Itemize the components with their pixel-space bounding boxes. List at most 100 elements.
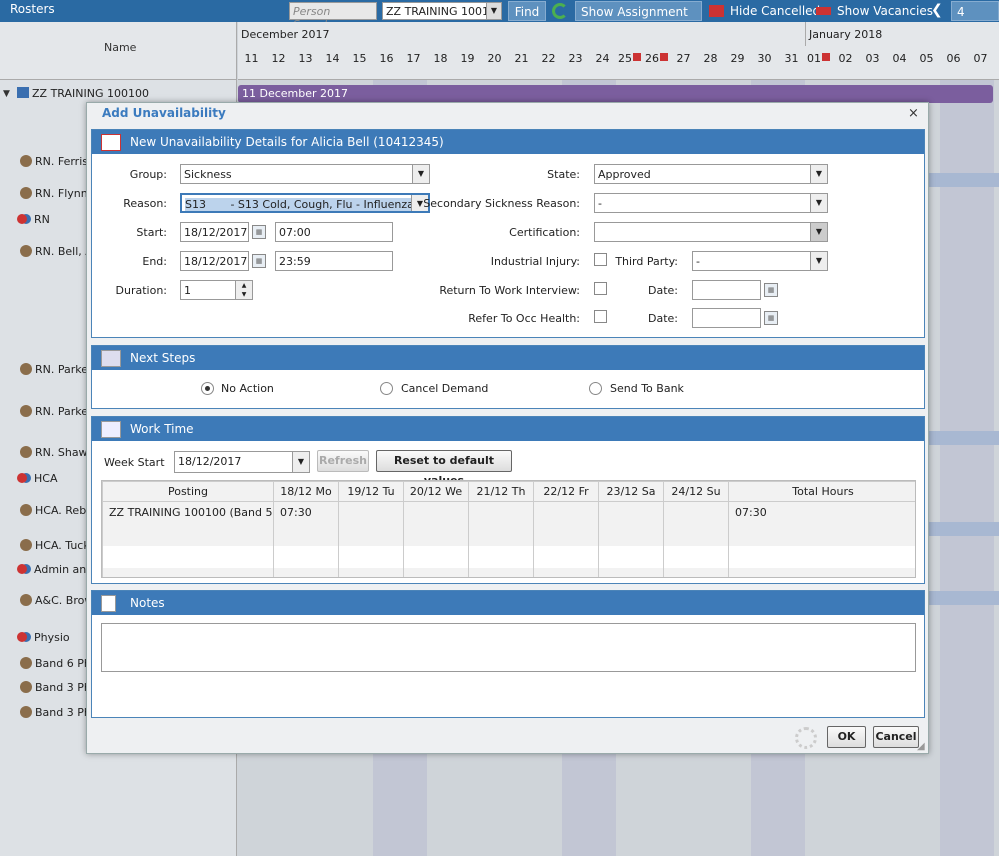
hide-cancelled-button[interactable]: Hide Cancelled [725, 1, 825, 21]
column-header[interactable]: 22/12 Fr [533, 481, 599, 502]
column-header[interactable]: 18/12 Mo [273, 481, 339, 502]
column-header[interactable]: 19/12 Tu [338, 481, 404, 502]
no-action-label: No Action [221, 382, 274, 395]
column-header[interactable]: 24/12 Su [663, 481, 729, 502]
list-item[interactable]: RN. Bell, A [20, 245, 93, 258]
table-cell[interactable] [403, 501, 469, 524]
table-cell [598, 523, 664, 546]
group-select[interactable]: Sickness ▼ [180, 164, 430, 184]
occ-date-input[interactable] [692, 308, 761, 328]
rtw-interview-checkbox[interactable] [594, 282, 607, 295]
start-time-input[interactable]: 07:00 [275, 222, 393, 242]
week-start-select[interactable]: 18/12/2017 ▼ [174, 451, 310, 473]
day-label: 15 [352, 52, 367, 65]
table-cell[interactable] [663, 501, 729, 524]
cancel-demand-radio[interactable] [380, 382, 393, 395]
industrial-injury-checkbox[interactable] [594, 253, 607, 266]
secondary-sickness-select[interactable]: - ▼ [594, 193, 828, 213]
calendar-icon[interactable]: ▦ [764, 311, 778, 325]
table-cell[interactable]: 07:30 [728, 501, 915, 524]
work-time-heading: Work Time [92, 417, 924, 441]
occ-health-checkbox[interactable] [594, 310, 607, 323]
column-header[interactable]: 21/12 Th [468, 481, 534, 502]
third-party-select[interactable]: - ▼ [692, 251, 828, 271]
state-select[interactable]: Approved ▼ [594, 164, 828, 184]
no-action-radio[interactable] [201, 382, 214, 395]
person-search-input[interactable]: Person Search... [289, 2, 377, 31]
list-item[interactable]: HCA [17, 472, 57, 485]
list-item[interactable]: RN [17, 213, 50, 226]
chevron-down-icon[interactable]: ▼ [486, 3, 501, 19]
list-item[interactable]: RN. Parker [20, 405, 93, 418]
chevron-down-icon[interactable]: ▼ [412, 165, 429, 183]
column-header[interactable]: Posting [102, 481, 274, 502]
chevron-down-icon[interactable]: ▼ [810, 223, 827, 241]
ok-button[interactable]: OK [827, 726, 866, 748]
rtw-date-input[interactable] [692, 280, 761, 300]
list-item[interactable]: Band 6 Ph [20, 657, 91, 670]
notes-textarea[interactable] [101, 623, 916, 672]
table-cell[interactable]: ZZ TRAINING 100100 (Band 5 N [102, 501, 274, 524]
refresh-button[interactable]: Refresh [317, 450, 369, 472]
reset-defaults-button[interactable]: Reset to default values [376, 450, 512, 487]
duration-stepper[interactable]: 1 ▲ ▼ [180, 280, 253, 300]
collapse-triangle-icon[interactable]: ▼ [3, 89, 10, 99]
cancel-button[interactable]: Cancel [873, 726, 919, 748]
list-item[interactable]: Band 3 Ph [20, 706, 91, 719]
column-header[interactable]: 23/12 Sa [598, 481, 664, 502]
roster-select[interactable]: ZZ TRAINING 10010 ▼ [382, 2, 502, 20]
day-label: 07 [973, 52, 988, 65]
close-icon[interactable]: × [908, 106, 919, 121]
table-row [102, 523, 915, 546]
table-cell[interactable]: 07:30 [273, 501, 339, 524]
certification-select[interactable]: ▼ [594, 222, 828, 242]
list-item[interactable]: RN. Ferriss [20, 155, 94, 168]
table-cell [338, 567, 404, 577]
chevron-down-icon[interactable]: ▼ [810, 194, 827, 212]
holiday-gift-icon [633, 53, 641, 61]
list-item[interactable]: Band 3 Ph [20, 681, 91, 694]
period-select[interactable]: 4 Weeks [951, 1, 999, 39]
refresh-icon[interactable] [552, 3, 568, 19]
list-item[interactable]: RN. Parker [20, 363, 93, 376]
roster-select-value: ZZ TRAINING 10010 [386, 5, 496, 18]
show-assignment-count-button[interactable]: Show Assignment Count [575, 1, 702, 39]
list-item[interactable]: RN. Shaw, [20, 446, 91, 459]
resize-handle-icon[interactable]: ◢ [917, 741, 925, 752]
table-cell[interactable] [533, 501, 599, 524]
calendar-icon[interactable]: ▦ [252, 254, 266, 268]
details-section: New Unavailability Details for Alicia Be… [91, 129, 925, 338]
list-item[interactable]: HCA. Tuck [20, 539, 90, 552]
name-column-header: Name [0, 22, 237, 80]
month-label: December 2017 [241, 28, 330, 41]
table-cell[interactable] [338, 501, 404, 524]
send-to-bank-radio[interactable] [589, 382, 602, 395]
table-cell[interactable] [598, 501, 664, 524]
person-icon [20, 706, 32, 718]
show-vacancies-button[interactable]: Show Vacancies [832, 1, 938, 21]
start-date-input[interactable]: 18/12/2017 [180, 222, 249, 242]
person-icon [20, 405, 32, 417]
list-item[interactable]: A&C. Brow [20, 594, 93, 607]
list-item[interactable]: Admin and [17, 563, 93, 576]
column-header[interactable]: Total Hours [728, 481, 915, 502]
chevron-down-icon[interactable]: ▼ [810, 165, 827, 183]
find-button[interactable]: Find [508, 1, 546, 21]
person-name: Band 3 Ph [35, 681, 91, 694]
column-header[interactable]: 20/12 We [403, 481, 469, 502]
table-cell[interactable] [468, 501, 534, 524]
weekend-shade [940, 80, 994, 856]
stepper-arrows-icon[interactable]: ▲ ▼ [235, 281, 252, 299]
date-header: December 2017 January 2018 11 12 13 14 15 16 1… [238, 22, 999, 80]
end-time-input[interactable]: 23:59 [275, 251, 393, 271]
calendar-icon[interactable]: ▦ [764, 283, 778, 297]
chevron-down-icon[interactable]: ▼ [292, 452, 309, 472]
list-item[interactable]: HCA. Rebe [20, 504, 93, 517]
chevron-down-icon[interactable]: ▼ [810, 252, 827, 270]
chevron-left-icon[interactable]: ❮ [931, 2, 943, 18]
day-label: 14 [325, 52, 340, 65]
end-date-input[interactable]: 18/12/2017 [180, 251, 249, 271]
calendar-icon[interactable]: ▦ [252, 225, 266, 239]
list-item[interactable]: Physio [17, 631, 70, 644]
list-item[interactable]: RN. Flynn, [20, 187, 91, 200]
